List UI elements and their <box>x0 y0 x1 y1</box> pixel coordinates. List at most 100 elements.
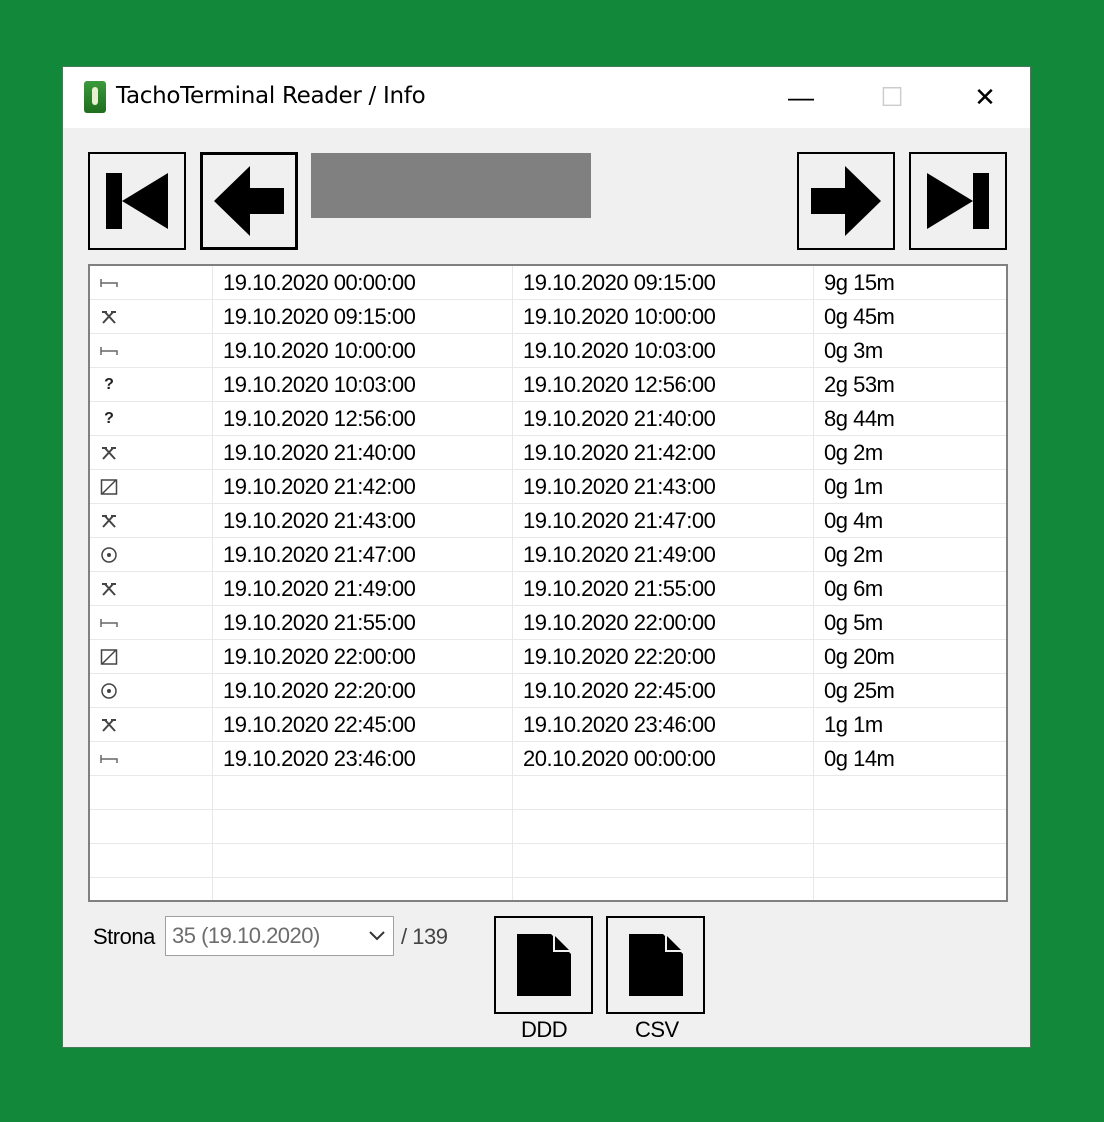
start-time-cell: 19.10.2020 22:00:00 <box>223 644 416 669</box>
start-time-cell: 19.10.2020 21:42:00 <box>223 474 416 499</box>
end-time-cell: 19.10.2020 21:42:00 <box>523 440 716 465</box>
duration-cell: 0g 45m <box>824 304 895 329</box>
table-row[interactable]: ? 19.10.2020 12:56:00 19.10.2020 21:40:00 8… <box>90 402 1006 436</box>
app-icon <box>84 81 106 113</box>
duration-cell: 0g 2m <box>824 542 883 567</box>
table-row[interactable]: 19.10.2020 00:00:00 19.10.2020 09:15:00 9g… <box>90 266 1006 300</box>
empty-row <box>90 810 1006 844</box>
page-label: Strona <box>93 924 155 949</box>
end-time-cell: 19.10.2020 23:46:00 <box>523 712 716 737</box>
start-time-cell: 19.10.2020 21:43:00 <box>223 508 416 533</box>
end-time-cell: 19.10.2020 21:43:00 <box>523 474 716 499</box>
work-icon <box>100 309 118 325</box>
empty-row <box>90 878 1006 900</box>
table-row[interactable]: 19.10.2020 23:46:00 20.10.2020 00:00:00 0g… <box>90 742 1006 776</box>
activity-table: 19.10.2020 00:00:00 19.10.2020 09:15:00 9g… <box>88 264 1008 902</box>
rest-icon <box>100 615 118 631</box>
minimize-button[interactable]: — <box>778 77 824 117</box>
start-time-cell: 19.10.2020 23:46:00 <box>223 746 416 771</box>
work-icon <box>100 445 118 461</box>
unknown-icon: ? <box>104 376 114 393</box>
duration-cell: 0g 4m <box>824 508 883 533</box>
availability-icon <box>100 649 118 665</box>
table-row[interactable]: 19.10.2020 21:42:00 19.10.2020 21:43:00 0g… <box>90 470 1006 504</box>
skip-first-icon <box>106 173 168 229</box>
work-icon <box>100 513 118 529</box>
empty-row <box>90 776 1006 810</box>
rest-icon <box>100 343 118 359</box>
ddd-label: DDD <box>521 1017 568 1042</box>
page-total: / 139 <box>401 924 448 949</box>
end-time-cell: 19.10.2020 12:56:00 <box>523 372 716 397</box>
export-ddd-button[interactable] <box>494 916 593 1014</box>
table-row[interactable]: 19.10.2020 21:40:00 19.10.2020 21:42:00 0g… <box>90 436 1006 470</box>
start-time-cell: 19.10.2020 21:55:00 <box>223 610 416 635</box>
next-page-button[interactable] <box>797 152 895 250</box>
start-time-cell: 19.10.2020 21:47:00 <box>223 542 416 567</box>
page-select-value: 35 (19.10.2020) <box>172 923 320 948</box>
table-row[interactable]: 19.10.2020 09:15:00 19.10.2020 10:00:00 0g… <box>90 300 1006 334</box>
last-page-button[interactable] <box>909 152 1007 250</box>
end-time-cell: 19.10.2020 22:20:00 <box>523 644 716 669</box>
duration-cell: 0g 25m <box>824 678 895 703</box>
window-title: TachoTerminal Reader / Info <box>116 83 426 109</box>
end-time-cell: 19.10.2020 21:49:00 <box>523 542 716 567</box>
table-row[interactable]: 19.10.2020 21:47:00 19.10.2020 21:49:00 0g… <box>90 538 1006 572</box>
empty-row <box>90 844 1006 878</box>
rest-icon <box>100 275 118 291</box>
end-time-cell: 19.10.2020 22:00:00 <box>523 610 716 635</box>
duration-cell: 0g 3m <box>824 338 883 363</box>
start-time-cell: 19.10.2020 21:40:00 <box>223 440 416 465</box>
duration-cell: 8g 44m <box>824 406 895 431</box>
arrow-right-icon <box>811 166 881 236</box>
duration-cell: 0g 2m <box>824 440 883 465</box>
start-time-cell: 19.10.2020 09:15:00 <box>223 304 416 329</box>
start-time-cell: 19.10.2020 10:03:00 <box>223 372 416 397</box>
title-bar: TachoTerminal Reader / Info — ☐ ✕ <box>63 67 1030 128</box>
end-time-cell: 19.10.2020 10:00:00 <box>523 304 716 329</box>
start-time-cell: 19.10.2020 00:00:00 <box>223 270 416 295</box>
first-page-button[interactable] <box>88 152 186 250</box>
end-time-cell: 19.10.2020 21:40:00 <box>523 406 716 431</box>
table-row[interactable]: 19.10.2020 21:49:00 19.10.2020 21:55:00 0g… <box>90 572 1006 606</box>
start-time-cell: 19.10.2020 10:00:00 <box>223 338 416 363</box>
end-time-cell: 19.10.2020 10:03:00 <box>523 338 716 363</box>
skip-last-icon <box>927 173 989 229</box>
table-row[interactable]: 19.10.2020 22:00:00 19.10.2020 22:20:00 0g… <box>90 640 1006 674</box>
table-row[interactable]: 19.10.2020 21:55:00 19.10.2020 22:00:00 0g… <box>90 606 1006 640</box>
export-csv-button[interactable] <box>606 916 705 1014</box>
end-time-cell: 20.10.2020 00:00:00 <box>523 746 716 771</box>
duration-cell: 9g 15m <box>824 270 895 295</box>
driving-icon <box>100 683 118 699</box>
duration-cell: 0g 6m <box>824 576 883 601</box>
table-row[interactable]: 19.10.2020 10:00:00 19.10.2020 10:03:00 0g… <box>90 334 1006 368</box>
table-row[interactable]: ? 19.10.2020 10:03:00 19.10.2020 12:56:00 2… <box>90 368 1006 402</box>
previous-page-button[interactable] <box>200 152 298 250</box>
table-row[interactable]: 19.10.2020 22:45:00 19.10.2020 23:46:00 1g… <box>90 708 1006 742</box>
file-icon <box>628 932 685 996</box>
rest-icon <box>100 751 118 767</box>
maximize-button[interactable]: ☐ <box>869 77 915 117</box>
chevron-down-icon <box>369 931 385 941</box>
close-button[interactable]: ✕ <box>962 77 1008 117</box>
table-row[interactable]: 19.10.2020 21:43:00 19.10.2020 21:47:00 0g… <box>90 504 1006 538</box>
end-time-cell: 19.10.2020 21:47:00 <box>523 508 716 533</box>
duration-cell: 0g 5m <box>824 610 883 635</box>
end-time-cell: 19.10.2020 21:55:00 <box>523 576 716 601</box>
unknown-icon: ? <box>104 410 114 427</box>
csv-label: CSV <box>635 1017 679 1042</box>
work-icon <box>100 581 118 597</box>
duration-cell: 1g 1m <box>824 712 883 737</box>
end-time-cell: 19.10.2020 22:45:00 <box>523 678 716 703</box>
start-time-cell: 19.10.2020 22:20:00 <box>223 678 416 703</box>
app-window: TachoTerminal Reader / Info — ☐ ✕ 19.10.… <box>62 66 1031 1048</box>
page-select[interactable]: 35 (19.10.2020) <box>165 916 394 956</box>
work-icon <box>100 717 118 733</box>
arrow-left-icon <box>214 166 284 236</box>
driving-icon <box>100 547 118 563</box>
duration-cell: 0g 20m <box>824 644 895 669</box>
duration-cell: 2g 53m <box>824 372 895 397</box>
table-row[interactable]: 19.10.2020 22:20:00 19.10.2020 22:45:00 0g… <box>90 674 1006 708</box>
start-time-cell: 19.10.2020 21:49:00 <box>223 576 416 601</box>
duration-cell: 0g 1m <box>824 474 883 499</box>
